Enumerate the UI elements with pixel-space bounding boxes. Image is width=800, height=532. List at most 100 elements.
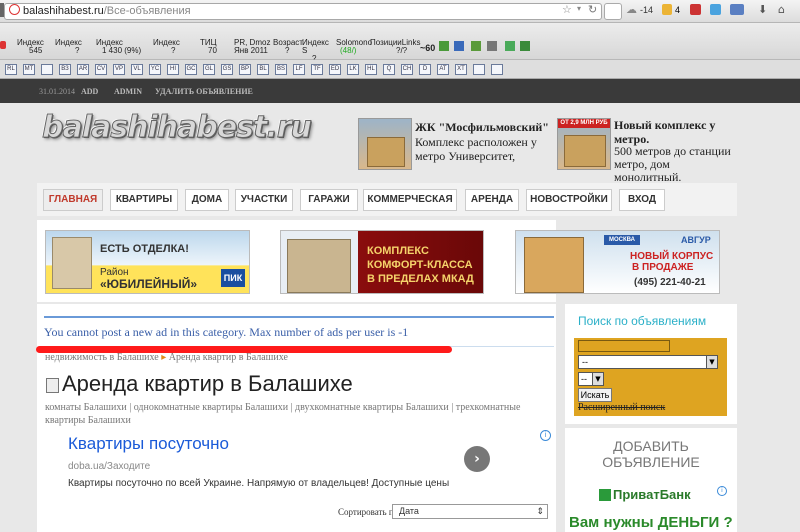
seo-item-1[interactable]: Индекс? (55, 39, 95, 55)
tool-button-12[interactable]: GS (221, 64, 233, 75)
download-icon[interactable]: ⬇ (758, 3, 767, 16)
seo-item-8[interactable]: Solomono (48/) (336, 39, 372, 55)
tool-button-20[interactable]: HL (365, 64, 377, 75)
home-icon[interactable]: ⌂ (778, 3, 785, 16)
weather-icon[interactable]: ☁ (626, 3, 637, 16)
ad-info-icon[interactable]: i (540, 430, 551, 441)
google-ad-title[interactable]: Квартиры посуточно (68, 434, 229, 454)
seo-item-3[interactable]: Индекс? (153, 39, 197, 55)
tool-button-18[interactable]: ED (329, 64, 341, 75)
nav-item-login[interactable]: ВХОД (619, 189, 665, 211)
add-ad-button[interactable]: ДОБАВИТЬ ОБЪЯВЛЕНИЕ (586, 438, 716, 470)
gear-icon[interactable] (487, 41, 497, 51)
admin-admin-link[interactable]: ADMIN (114, 87, 142, 96)
seo-item-5[interactable]: PR, Dmoz Янв 2011 (234, 39, 272, 55)
pik-logo: ПИК (221, 269, 245, 287)
seo-item-value: 1 430 (9%) (102, 46, 142, 55)
site-logo[interactable]: balashihabest.ru (42, 110, 313, 146)
admin-delete-ad-link[interactable]: УДАЛИТЬ ОБЪЯВЛЕНИЕ (155, 87, 253, 96)
chevron-down-icon: ▼ (706, 356, 717, 368)
tool-button-15[interactable]: BS (275, 64, 287, 75)
banner-pik[interactable]: ЕСТЬ ОТДЕЛКА! Район «ЮБИЛЕЙНЫЙ» ПИК (45, 230, 250, 294)
dropdown-icon[interactable]: ▾ (577, 4, 581, 13)
chevron-down-icon: ▼ (592, 373, 603, 385)
breadcrumb-link[interactable]: недвижимость в Балашихе (45, 352, 159, 363)
tool-button-19[interactable]: LK (347, 64, 359, 75)
mail-icon[interactable] (662, 4, 672, 15)
ad2-image[interactable]: ОТ 2,9 МЛН РУБ (557, 118, 611, 170)
page-title: Аренда квартир в Балашихе (62, 371, 353, 396)
tool-button-14[interactable]: BL (257, 64, 269, 75)
banner-avgur[interactable]: МОСКВА АВГУР НОВЫЙ КОРПУС В ПРОДАЖЕ (495… (515, 230, 720, 294)
banner-mkad-line1: КОМПЛЕКС (367, 245, 429, 257)
tool-button-21[interactable]: Q (383, 64, 395, 75)
tool-button-10[interactable]: GC (185, 64, 197, 75)
tool-button-24[interactable]: AT (437, 64, 449, 75)
sort-select[interactable]: Дата ⇕ (392, 504, 548, 519)
tool-button-17[interactable]: TF (311, 64, 323, 75)
seo-item-0[interactable]: Индекс 545 (17, 39, 53, 55)
tool-button-11[interactable]: GL (203, 64, 215, 75)
seo-item-4[interactable]: ТИЦ 70 (200, 39, 232, 55)
tool-button-6[interactable]: VP (113, 64, 125, 75)
twitter-icon[interactable] (710, 4, 721, 15)
leaf-icon[interactable] (520, 41, 530, 51)
ad1-title[interactable]: ЖК "Мосфильмовский" (415, 120, 549, 135)
bookmark-star-icon[interactable]: ☆ (562, 3, 572, 16)
nav-item-rent[interactable]: АРЕНДА (465, 189, 519, 211)
ad2-title[interactable]: Новый комплекс у метро. (614, 118, 724, 146)
privatbank-ad[interactable]: i ПриватБанк Вам нужны ДЕНЬГИ ? (567, 484, 735, 532)
reload-icon[interactable]: ↻ (588, 3, 597, 16)
pencil-icon[interactable] (471, 41, 481, 51)
nav-item-garages[interactable]: ГАРАЖИ (300, 189, 358, 211)
tool-button-22[interactable]: CH (401, 64, 413, 75)
bookmarks-icon[interactable] (730, 4, 744, 15)
tool-button-13[interactable]: BP (239, 64, 251, 75)
category-links[interactable]: комнаты Балашихи | однокомнатные квартир… (45, 401, 550, 427)
seo-item-2[interactable]: Индекс 1 430 (9%) (96, 39, 152, 55)
seo-logo-icon[interactable] (0, 41, 6, 49)
category-select[interactable]: -- ▼ (578, 355, 718, 369)
tool-button-0[interactable]: RL (5, 64, 17, 75)
nav-item-commercial[interactable]: КОММЕРЧЕСКАЯ (363, 189, 457, 211)
stats-icon[interactable] (454, 41, 464, 51)
nav-item-home[interactable]: ГЛАВНАЯ (43, 189, 103, 211)
tool-button-25[interactable]: XT (455, 64, 467, 75)
google-ad-arrow-button[interactable]: › (464, 446, 490, 472)
seo-item-9[interactable]: ПозицииLinks ?/? (370, 39, 420, 55)
ad1-text: Комплекс расположен у метро Университет, (415, 135, 537, 163)
search-input[interactable] (604, 3, 622, 20)
google-ad[interactable]: i Квартиры посуточно doba.ua/Заходите › … (44, 430, 554, 498)
advanced-search-link[interactable]: Расширенный поиск (578, 402, 665, 413)
banner-mkad[interactable]: КОМПЛЕКС КОМФОРТ-КЛАССА В ПРЕДЕЛАХ МКАД (280, 230, 484, 294)
sidebar-search-title: Поиск по объявлениям (578, 314, 707, 328)
tool-button-7[interactable]: VL (131, 64, 143, 75)
nav-item-houses[interactable]: ДОМА (185, 189, 229, 211)
tool-button-3[interactable]: ВЗ (59, 64, 71, 75)
tool-button-26[interactable] (473, 64, 485, 75)
tool-button-27[interactable] (491, 64, 503, 75)
tool-button-8[interactable]: YC (149, 64, 161, 75)
nav-item-new-buildings[interactable]: НОВОСТРОЙКИ (526, 189, 612, 211)
tool-button-1[interactable]: MT (23, 64, 35, 75)
tool-button-16[interactable]: LF (293, 64, 305, 75)
nav-item-plots[interactable]: УЧАСТКИ (235, 189, 293, 211)
nav-item-apartments[interactable]: КВАРТИРЫ (110, 189, 178, 211)
search-button[interactable]: Искать (578, 388, 612, 402)
category-select-value: -- (582, 357, 588, 367)
tool-button-2[interactable] (41, 64, 53, 75)
tool-button-5[interactable]: CV (95, 64, 107, 75)
ad1-image[interactable] (358, 118, 412, 170)
extension-icon[interactable] (690, 4, 701, 15)
subcategory-select[interactable]: -- ▼ (578, 372, 604, 386)
address-input[interactable]: balashihabest.ru/Все-объявления (4, 3, 602, 20)
chart-icon[interactable] (439, 41, 449, 51)
tool-button-23[interactable]: D (419, 64, 431, 75)
ad-info-icon[interactable]: i (717, 486, 727, 496)
search-text-input[interactable] (578, 340, 670, 352)
admin-add-link[interactable]: ADD (81, 87, 98, 96)
tool-button-4[interactable]: AR (77, 64, 89, 75)
puzzle-icon[interactable] (505, 41, 515, 51)
tool-button-9[interactable]: HI (167, 64, 179, 75)
google-ad-domain: doba.ua/Заходите (68, 461, 151, 472)
